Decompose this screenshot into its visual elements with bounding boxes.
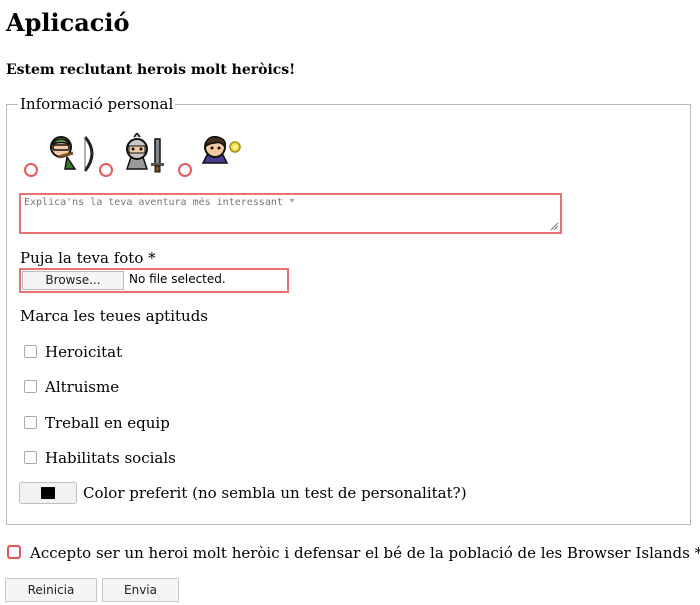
page-title: Aplicació xyxy=(6,8,130,37)
color-label: Color preferit (no sembla un test de per… xyxy=(83,484,467,502)
color-swatch xyxy=(41,487,55,499)
favorite-color-picker[interactable] xyxy=(19,482,77,504)
reset-button[interactable]: Reinicia xyxy=(5,578,97,602)
file-status: No file selected. xyxy=(129,272,226,286)
adventure-textarea[interactable]: Explica'ns la teva aventura més interess… xyxy=(19,193,562,234)
fieldset-legend: Informació personal xyxy=(18,95,176,113)
skill-label-treball-en-equip: Treball en equip xyxy=(45,414,170,432)
personal-info-fieldset: Informació personal Explica'ns la teva a… xyxy=(6,95,691,525)
page-subtitle: Estem reclutant herois molt heròics! xyxy=(6,62,296,78)
skills-label: Marca les teues aptituds xyxy=(20,307,208,325)
resize-handle-icon[interactable] xyxy=(549,221,559,231)
mage-hero-icon[interactable] xyxy=(199,135,245,169)
submit-button[interactable]: Envia xyxy=(102,578,179,602)
archer-hero-icon[interactable] xyxy=(45,133,97,179)
photo-file-input[interactable]: Browse... No file selected. xyxy=(19,268,289,293)
browse-button[interactable]: Browse... xyxy=(22,271,124,290)
skill-checkbox-heroicitat[interactable] xyxy=(24,345,37,358)
accept-terms-label: Accepto ser un heroi molt heròic i defen… xyxy=(30,544,700,562)
skill-label-habilitats-socials: Habilitats socials xyxy=(45,449,176,467)
skill-checkbox-treball-en-equip[interactable] xyxy=(24,416,37,429)
skill-label-heroicitat: Heroicitat xyxy=(45,343,123,361)
hero-radio-archer[interactable] xyxy=(24,163,38,177)
hero-radio-mage[interactable] xyxy=(178,163,192,177)
photo-label: Puja la teva foto * xyxy=(20,249,156,267)
hero-radio-knight[interactable] xyxy=(99,163,113,177)
skill-checkbox-altruisme[interactable] xyxy=(24,380,37,393)
skill-checkbox-habilitats-socials[interactable] xyxy=(24,451,37,464)
adventure-placeholder: Explica'ns la teva aventura més interess… xyxy=(24,197,295,208)
knight-hero-icon[interactable] xyxy=(119,131,171,179)
skill-label-altruisme: Altruisme xyxy=(45,378,120,396)
accept-terms-checkbox[interactable] xyxy=(7,545,21,559)
